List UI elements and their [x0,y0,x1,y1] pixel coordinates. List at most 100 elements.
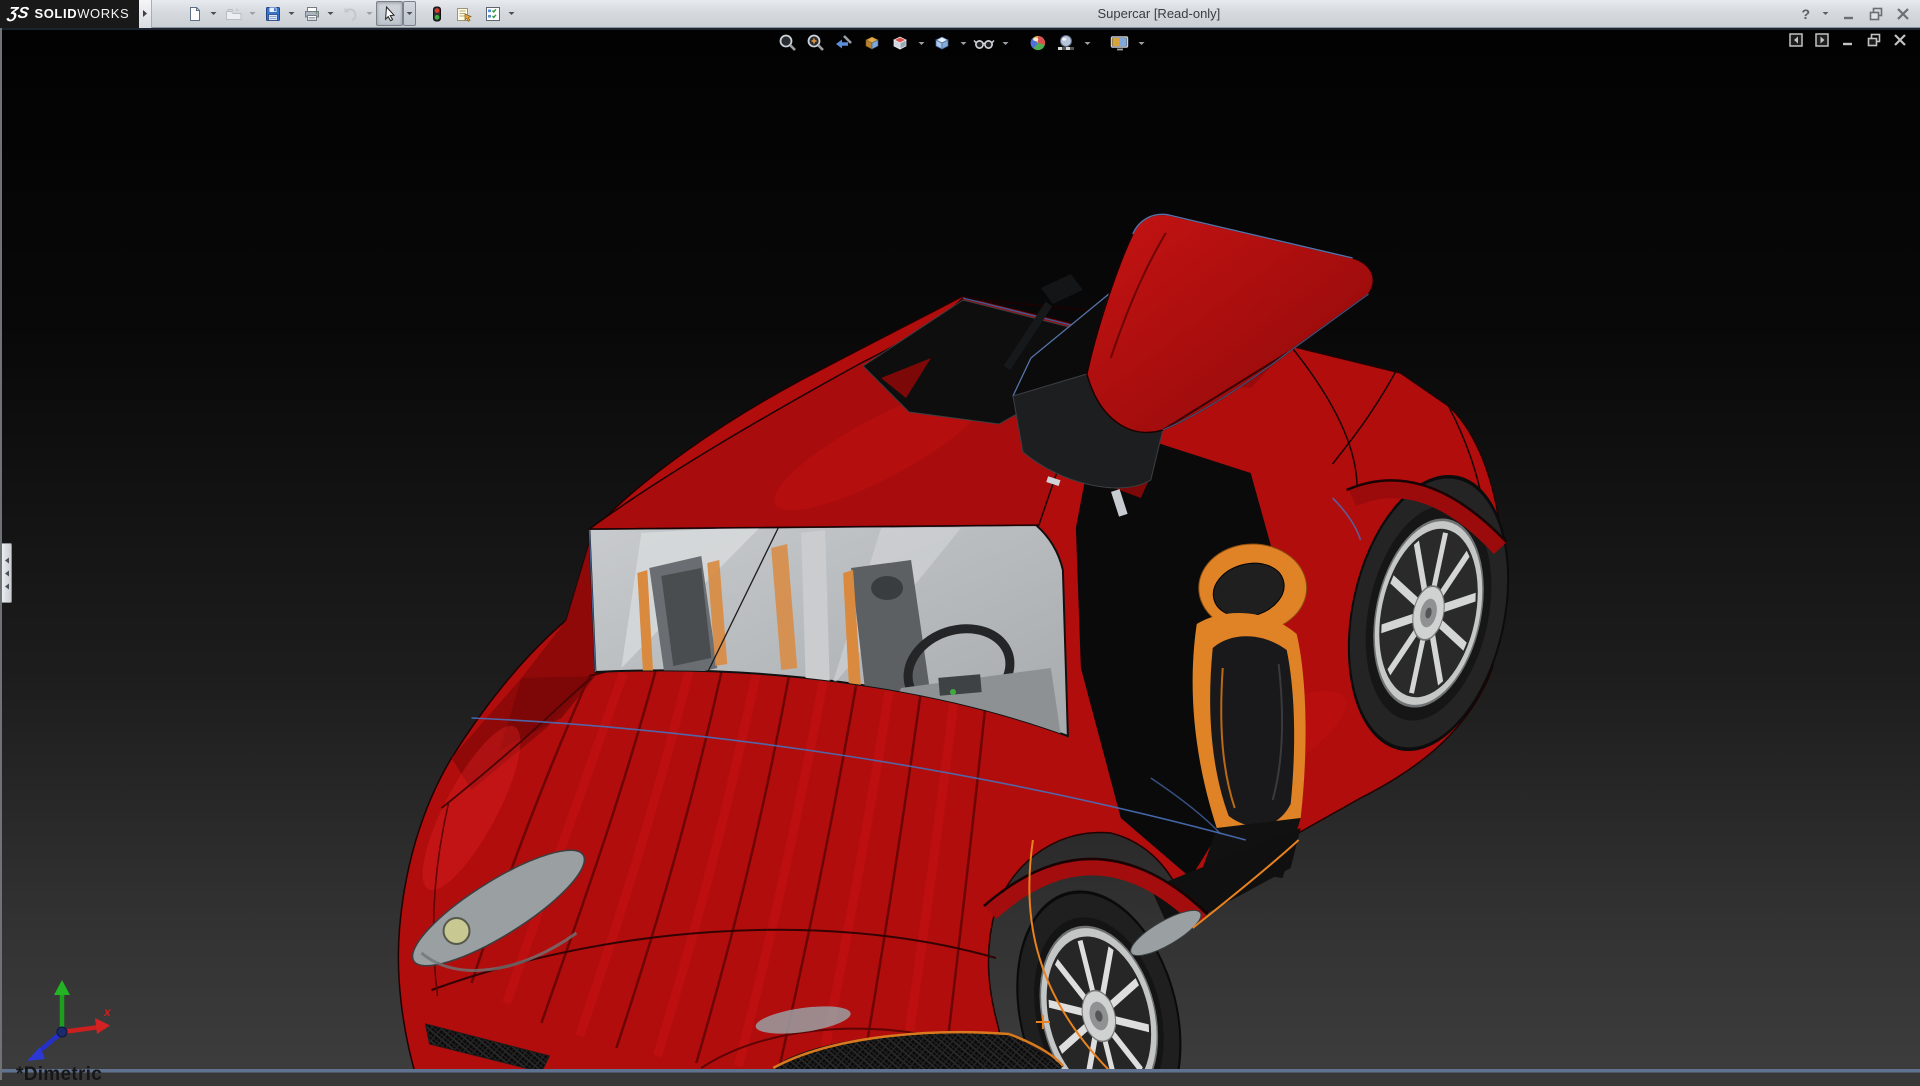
dropdown-caret-icon [1002,41,1009,46]
hide-show-items-dropdown[interactable] [1000,31,1010,55]
car-3d-model[interactable] [2,28,1920,1080]
window-title: Supercar [Read-only] [517,0,1800,27]
minimize-button[interactable] [1840,5,1858,23]
edit-appearance-button[interactable] [1026,31,1050,55]
menu-bar: ƷS SOLIDWORKS [0,0,1920,28]
options-dropdown[interactable] [506,2,517,25]
select-cursor-icon [382,6,398,22]
menu-expand-button[interactable] [139,0,152,28]
zoom-to-fit-button[interactable] [776,31,800,55]
rebuild-traffic-light-icon [429,6,445,22]
file-toolbar [180,1,517,26]
options-button[interactable] [479,1,506,26]
section-view-icon [862,33,882,53]
select-button[interactable] [376,1,403,26]
new-document-icon [187,6,203,22]
options-checklist-icon [485,6,501,22]
rebuild-button[interactable] [423,1,450,26]
save-dropdown[interactable] [286,2,297,25]
left-headlight-lamp [444,918,470,944]
featuremanager-splitter-tab[interactable] [2,543,12,603]
help-button[interactable]: ? [1800,6,1811,22]
print-icon [304,6,320,22]
print-dropdown[interactable] [325,2,336,25]
headsup-view-toolbar [776,31,1146,55]
close-document-icon [1893,33,1907,47]
view-orientation-dropdown[interactable] [916,31,926,55]
dropdown-caret-icon [1822,11,1829,16]
help-dropdown[interactable] [1820,2,1831,25]
restore-document-button[interactable] [1866,33,1882,47]
view-orientation-label: *Dimetric [16,1064,102,1086]
collapse-left-icon [4,570,10,577]
save-button[interactable] [259,1,286,26]
window-controls: ? [1800,2,1920,25]
new-document-dropdown[interactable] [208,2,219,25]
view-orientation-button[interactable] [888,31,912,55]
dropdown-caret-icon [210,11,217,16]
open-button[interactable] [220,1,247,26]
solidworks-logo-glyph: ƷS [6,5,30,23]
view-settings-button[interactable] [1108,31,1132,55]
next-pane-button[interactable] [1814,33,1830,47]
apply-scene-button[interactable] [1054,31,1078,55]
view-orientation-icon [890,33,910,53]
dropdown-caret-icon [327,11,334,16]
undo-dropdown[interactable] [364,2,375,25]
zoom-to-fit-icon [778,33,798,53]
zoom-to-area-button[interactable] [804,31,828,55]
collapse-left-icon [4,557,10,564]
open-folder-icon [225,6,242,22]
zoom-to-area-icon [806,33,826,53]
orientation-triad: x [10,974,120,1066]
hide-show-items-button[interactable] [972,31,996,55]
apply-scene-dropdown[interactable] [1082,31,1092,55]
close-icon [1896,7,1910,21]
undo-button[interactable] [337,1,364,26]
previous-pane-icon [1789,33,1804,47]
menu-expand-arrow-icon [142,9,148,18]
restore-button[interactable] [1867,5,1885,23]
solidworks-brand: SOLIDWORKS [34,6,129,21]
dropdown-caret-icon [918,41,925,46]
hide-show-items-icon [973,33,995,53]
display-style-dropdown[interactable] [958,31,968,55]
open-dropdown[interactable] [247,2,258,25]
previous-pane-button[interactable] [1788,33,1804,47]
dropdown-caret-icon [366,11,373,16]
minimize-document-icon [1841,33,1855,47]
document-window-controls [1788,33,1908,47]
apply-scene-icon [1056,33,1076,53]
dropdown-caret-icon [288,11,295,16]
view-settings-icon [1109,33,1131,53]
dropdown-caret-icon [406,11,413,16]
select-dropdown[interactable] [403,1,416,26]
solidworks-app: { "app": { "logo_glyph": "ƷS", "brand_bo… [0,0,1920,1080]
roof-panel[interactable] [589,298,1090,531]
file-properties-icon [456,6,473,22]
collapse-left-icon [4,583,10,590]
restore-icon [1869,7,1884,21]
graphics-viewport[interactable]: x *Dimetric [0,28,1920,1080]
view-settings-dropdown[interactable] [1136,31,1146,55]
minimize-icon [1842,7,1856,21]
display-style-icon [932,33,952,53]
close-document-button[interactable] [1892,33,1908,47]
dropdown-caret-icon [508,11,515,16]
previous-view-icon [834,33,854,53]
new-document-button[interactable] [181,1,208,26]
print-button[interactable] [298,1,325,26]
dropdown-caret-icon [1138,41,1145,46]
file-properties-button[interactable] [451,1,478,26]
previous-view-button[interactable] [832,31,856,55]
close-button[interactable] [1894,5,1912,23]
x-axis-label: x [103,1005,112,1019]
undo-icon [342,6,359,22]
viewport-bottom-border [2,1069,1920,1073]
next-pane-icon [1815,33,1830,47]
restore-document-icon [1867,33,1882,47]
section-view-button[interactable] [860,31,884,55]
dropdown-caret-icon [1084,41,1091,46]
minimize-document-button[interactable] [1840,33,1856,47]
display-style-button[interactable] [930,31,954,55]
